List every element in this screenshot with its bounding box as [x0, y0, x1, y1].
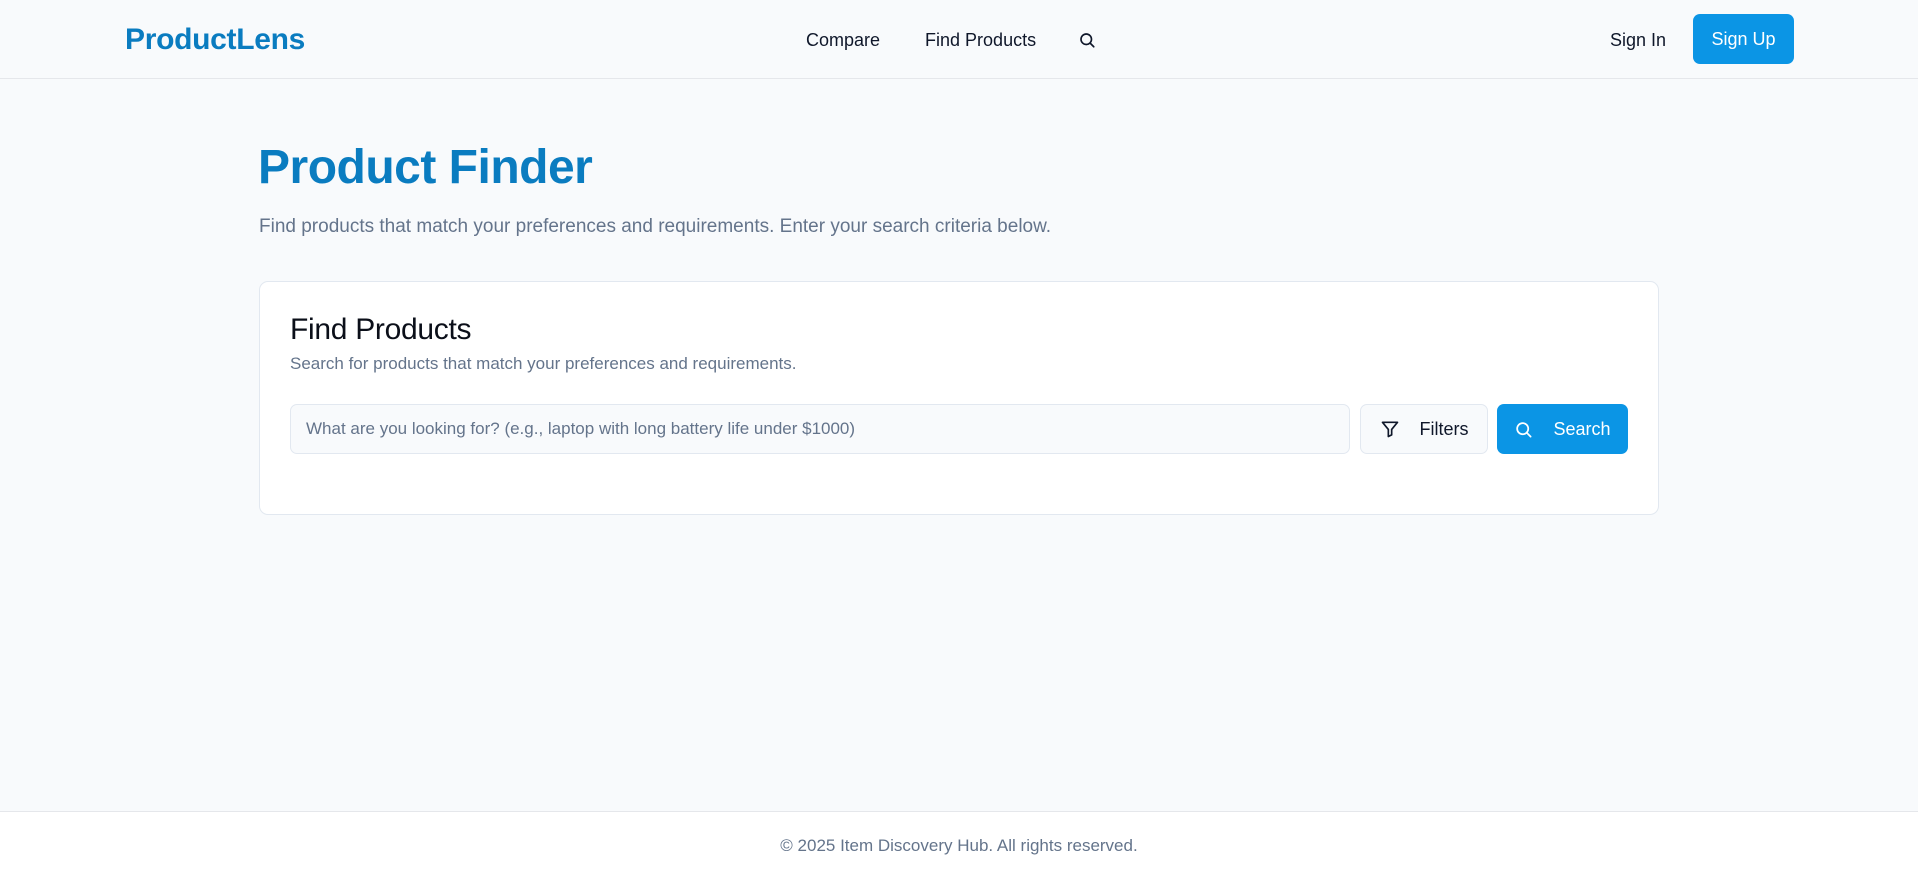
sign-in-link[interactable]: Sign In: [1610, 24, 1666, 56]
search-button[interactable]: Search: [1497, 404, 1628, 454]
main-nav: Compare Find Products: [806, 24, 1098, 56]
page-subtitle: Find products that match your preference…: [259, 216, 1052, 237]
footer-copyright: © 2025 Item Discovery Hub. All rights re…: [780, 836, 1138, 855]
search-button-label: Search: [1553, 418, 1611, 439]
filter-icon: [1380, 419, 1400, 439]
sign-up-button[interactable]: Sign Up: [1693, 14, 1794, 64]
nav-link-compare[interactable]: Compare: [806, 24, 880, 56]
search-icon: [1514, 420, 1533, 439]
filters-button-label: Filters: [1419, 418, 1469, 439]
find-products-card: Find Products Search for products that m…: [259, 281, 1659, 515]
search-icon[interactable]: [1076, 29, 1098, 51]
product-search-input[interactable]: [290, 404, 1350, 454]
card-title: Find Products: [290, 313, 472, 346]
page-title: Product Finder: [258, 141, 593, 194]
nav-link-find-products[interactable]: Find Products: [925, 24, 1036, 56]
page-footer: © 2025 Item Discovery Hub. All rights re…: [0, 811, 1918, 872]
brand-logo[interactable]: ProductLens: [125, 20, 305, 60]
card-subtitle: Search for products that match your pref…: [290, 354, 797, 373]
filters-button[interactable]: Filters: [1360, 404, 1488, 454]
top-navbar: ProductLens Compare Find Products Sign I…: [0, 0, 1918, 79]
